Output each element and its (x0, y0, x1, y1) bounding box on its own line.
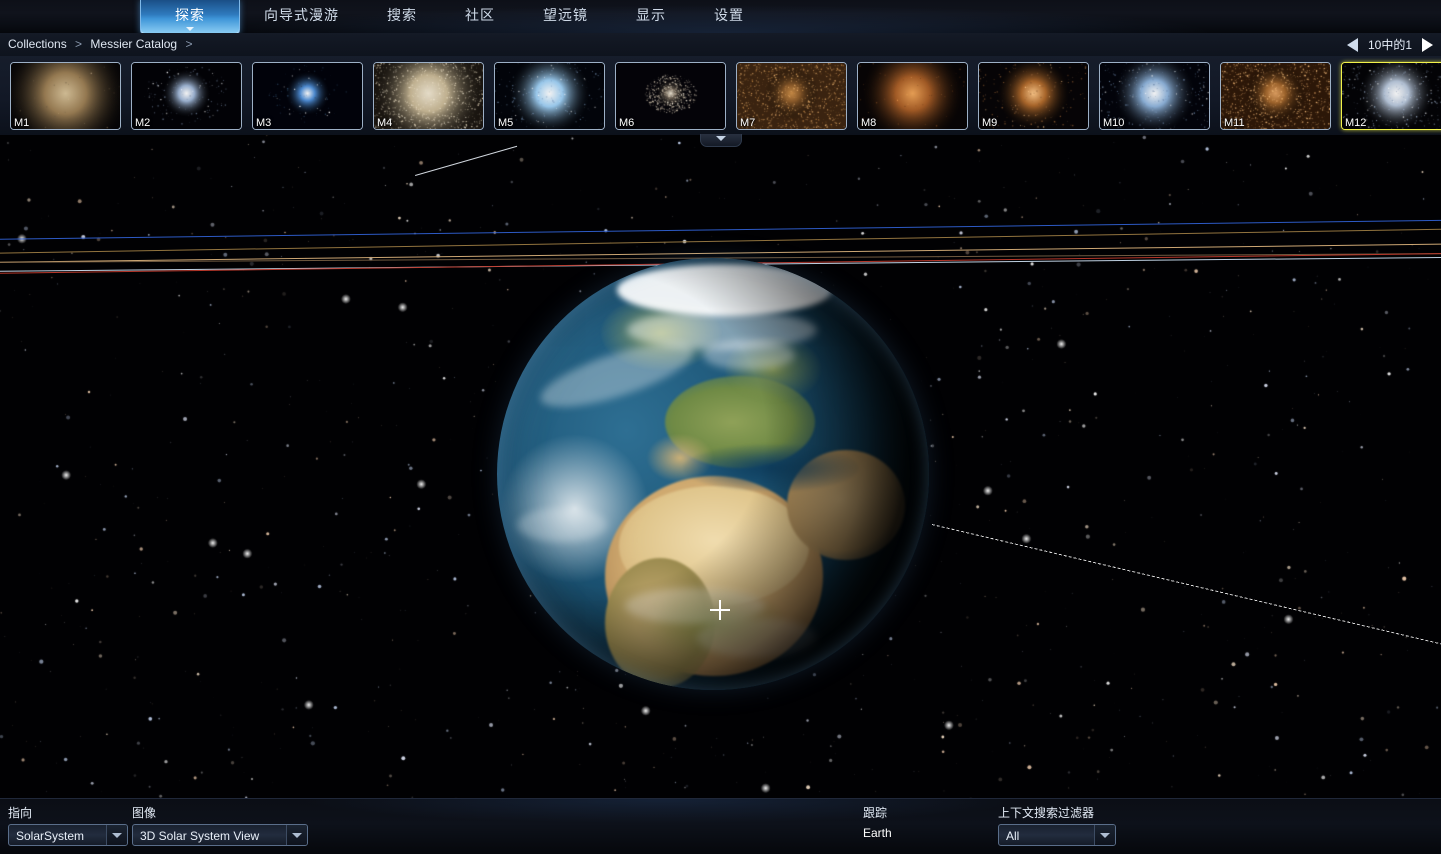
status-bar: 指向 SolarSystem 图像 3D Solar System View i… (0, 798, 1441, 854)
breadcrumb-item-messier-catalog[interactable]: Messier Catalog (90, 37, 177, 51)
thumbnail-m11[interactable]: M11 (1220, 62, 1331, 130)
thumbnail-image (1342, 63, 1441, 129)
thumbnail-image (374, 63, 483, 129)
chevron-down-icon (186, 27, 194, 31)
tab-telescope[interactable]: 望远镜 (519, 0, 612, 33)
thumbnail-m4[interactable]: M4 (373, 62, 484, 130)
search-filter-value: All (1006, 829, 1019, 843)
breadcrumb-bar: Collections > Messier Catalog > 10中的1 (0, 33, 1441, 56)
thumbnail-image (253, 63, 362, 129)
look-at-value: SolarSystem (16, 829, 84, 843)
thumbnail-strip: M1 M2 M3 M4 M5 M6 M7 M8 M9 M10 M11 M12 (0, 56, 1441, 135)
chevron-down-icon (716, 136, 726, 141)
imagery-field: 图像 3D Solar System View (132, 804, 308, 846)
chevron-down-icon[interactable] (286, 825, 307, 845)
thumbnail-m1[interactable]: M1 (10, 62, 121, 130)
tracking-caption: 跟踪 (863, 804, 892, 821)
thumbnail-m7[interactable]: M7 (736, 62, 847, 130)
imagery-caption: 图像 (132, 804, 308, 821)
breadcrumb-separator: > (75, 37, 82, 51)
thumbnail-image (979, 63, 1088, 129)
left-triangle-icon[interactable] (1347, 38, 1358, 52)
tab-explore[interactable]: 探索 (140, 0, 240, 35)
thumbnail-image (616, 63, 725, 129)
tab-search[interactable]: 搜索 (363, 0, 441, 33)
thumbnail-image (1221, 63, 1330, 129)
imagery-value: 3D Solar System View (140, 829, 259, 843)
look-at-combo[interactable]: SolarSystem (8, 824, 128, 846)
wwt-window: 探索 向导式漫游 搜索 社区 望远镜 显示 设置 Collections > M… (0, 0, 1441, 854)
thumbnail-m9[interactable]: M9 (978, 62, 1089, 130)
ribbon-bar: 探索 向导式漫游 搜索 社区 望远镜 显示 设置 (0, 0, 1441, 34)
search-filter-caption: 上下文搜索过滤器 (998, 804, 1116, 821)
chevron-down-icon[interactable] (1094, 825, 1115, 845)
thumbnail-m12[interactable]: M12 (1341, 62, 1441, 130)
ribbon-tabs: 探索 向导式漫游 搜索 社区 望远镜 显示 设置 (140, 0, 768, 33)
crosshair-icon (710, 600, 730, 620)
tab-settings[interactable]: 设置 (690, 0, 768, 33)
right-triangle-icon[interactable] (1422, 38, 1433, 52)
breadcrumb-separator-trailing: > (185, 37, 192, 51)
tab-guided-tours[interactable]: 向导式漫游 (240, 0, 363, 33)
tab-community[interactable]: 社区 (441, 0, 519, 33)
thumbnail-m5[interactable]: M5 (494, 62, 605, 130)
thumbnail-image (858, 63, 967, 129)
breadcrumb: Collections > Messier Catalog > (8, 33, 197, 56)
thumbnail-strip-collapse-button[interactable] (700, 134, 742, 147)
search-filter-field: 上下文搜索过滤器 All (998, 804, 1116, 846)
thumbnail-m10[interactable]: M10 (1099, 62, 1210, 130)
thumbnail-m2[interactable]: M2 (131, 62, 242, 130)
search-filter-combo[interactable]: All (998, 824, 1116, 846)
earth-globe[interactable] (497, 258, 929, 690)
thumbnail-image (132, 63, 241, 129)
tracking-field: 跟踪 Earth (863, 804, 892, 842)
breadcrumb-item-collections[interactable]: Collections (8, 37, 67, 51)
sky-view[interactable] (0, 135, 1441, 854)
thumbnail-m3[interactable]: M3 (252, 62, 363, 130)
chevron-down-icon[interactable] (106, 825, 127, 845)
earth-surface (497, 258, 929, 690)
pager-label: 10中的1 (1368, 36, 1412, 53)
look-at-field: 指向 SolarSystem (8, 804, 128, 846)
atmosphere-limb (497, 258, 929, 690)
imagery-combo[interactable]: 3D Solar System View (132, 824, 308, 846)
tab-explore-label: 探索 (175, 7, 205, 23)
pager: 10中的1 (1347, 33, 1433, 56)
thumbnail-image (495, 63, 604, 129)
tracking-value: Earth (863, 826, 892, 840)
tab-view[interactable]: 显示 (612, 0, 690, 33)
thumbnail-image (1100, 63, 1209, 129)
thumbnail-image (11, 63, 120, 129)
thumbnail-m8[interactable]: M8 (857, 62, 968, 130)
thumbnail-image (737, 63, 846, 129)
thumbnail-m6[interactable]: M6 (615, 62, 726, 130)
look-at-caption: 指向 (8, 804, 128, 821)
